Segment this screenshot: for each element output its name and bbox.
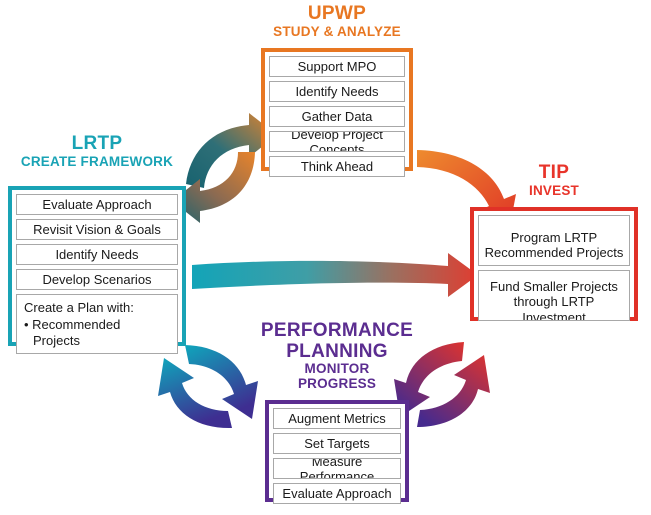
lrtp-plan-bullet-2: • Investment Programs <box>24 350 170 353</box>
performance-subtitle-line1: MONITOR <box>304 361 370 377</box>
performance-title-block: PERFORMANCE PLANNING MONITOR PROGRESS <box>258 320 416 391</box>
tip-title: TIP <box>538 162 570 183</box>
group-lrtp: Evaluate Approach Revisit Vision & Goals… <box>8 186 186 354</box>
performance-item-evaluate-approach[interactable]: Evaluate Approach <box>273 483 401 504</box>
lrtp-plan-bullet-1: • Recommended Projects <box>24 316 121 349</box>
lrtp-item-develop-scenarios[interactable]: Develop Scenarios <box>16 269 178 290</box>
performance-item-measure-performance[interactable]: Measure Performance <box>273 458 401 479</box>
tip-item-program-lrtp-recommended-projects[interactable]: Program LRTP Recommended Projects <box>478 215 630 266</box>
group-tip: Program LRTP Recommended Projects Fund Sm… <box>470 207 638 321</box>
lrtp-item-evaluate-approach[interactable]: Evaluate Approach <box>16 194 178 215</box>
upwp-item-think-ahead[interactable]: Think Ahead <box>269 156 405 177</box>
diagram-canvas: UPWP STUDY & ANALYZE Support MPO Identif… <box>0 0 651 515</box>
performance-subtitle-line2: PROGRESS <box>297 375 377 391</box>
tip-subtitle: INVEST <box>529 182 579 198</box>
upwp-title: UPWP <box>307 3 367 24</box>
upwp-subtitle: STUDY & ANALYZE <box>273 23 401 39</box>
performance-item-augment-metrics[interactable]: Augment Metrics <box>273 408 401 429</box>
arrow-performance-to-lrtp <box>158 358 232 429</box>
lrtp-title-block: LRTP CREATE FRAMEWORK <box>8 133 186 169</box>
lrtp-title: LRTP <box>71 133 123 154</box>
arrow-lrtp-to-performance <box>185 345 258 419</box>
lrtp-item-revisit-vision-goals[interactable]: Revisit Vision & Goals <box>16 219 178 240</box>
lrtp-subtitle: CREATE FRAMEWORK <box>20 153 174 169</box>
lrtp-plan-block[interactable]: Create a Plan with: • Recommended Projec… <box>16 294 178 354</box>
tip-item-fund-smaller-projects[interactable]: Fund Smaller Projects through LRTP Invest… <box>478 270 630 321</box>
upwp-item-develop-project-concepts[interactable]: Develop Project Concepts <box>269 131 405 152</box>
upwp-item-gather-data[interactable]: Gather Data <box>269 106 405 127</box>
lrtp-plan-bullet-2-label: Investment Programs <box>32 350 156 353</box>
tip-title-block: TIP INVEST <box>470 162 638 198</box>
lrtp-item-identify-needs[interactable]: Identify Needs <box>16 244 178 265</box>
group-performance: Augment Metrics Set Targets Measure Perf… <box>265 400 409 504</box>
upwp-item-identify-needs[interactable]: Identify Needs <box>269 81 405 102</box>
tip-item-2-text: Fund Smaller Projects through LRTP Invest… <box>490 279 618 321</box>
performance-title-line2: PLANNING <box>286 340 388 362</box>
arrow-lrtp-to-tip <box>192 253 478 297</box>
group-upwp: Support MPO Identify Needs Gather Data D… <box>261 48 413 177</box>
upwp-item-support-mpo[interactable]: Support MPO <box>269 56 405 77</box>
performance-item-set-targets[interactable]: Set Targets <box>273 433 401 454</box>
tip-item-1-text: Program LRTP Recommended Projects <box>484 230 624 261</box>
upwp-title-block: UPWP STUDY & ANALYZE <box>261 3 413 39</box>
lrtp-plan-bullet-1-label: Recommended Projects <box>32 316 121 349</box>
performance-title-line1: PERFORMANCE <box>260 320 414 341</box>
arrow-performance-to-tip <box>417 355 490 427</box>
lrtp-plan-heading: Create a Plan with: <box>24 300 134 315</box>
